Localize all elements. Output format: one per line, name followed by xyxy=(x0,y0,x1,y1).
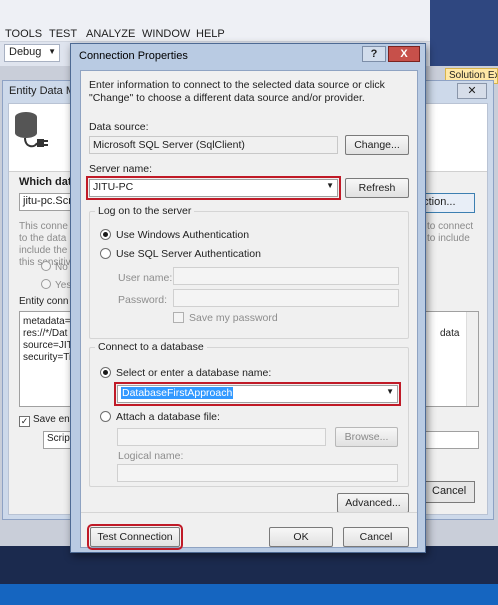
save-password-checkbox[interactable]: Save my password xyxy=(173,312,278,324)
server-name-label: Server name: xyxy=(89,163,153,175)
windows-auth-label: Use Windows Authentication xyxy=(116,229,250,241)
server-name-value: JITU-PC xyxy=(93,181,134,193)
server-name-dropdown[interactable]: JITU-PC ▼ xyxy=(86,176,341,200)
password-label: Password: xyxy=(118,294,168,306)
radio-label: Yes xyxy=(55,280,72,291)
intro-text: Enter information to connect to the sele… xyxy=(89,79,385,104)
attach-database-radio[interactable]: Attach a database file: xyxy=(100,411,220,423)
connection-string-scrollbar[interactable] xyxy=(466,312,478,406)
database-group: Connect to a database Select or enter a … xyxy=(89,341,409,487)
user-name-input[interactable] xyxy=(173,267,399,285)
radio-icon xyxy=(100,411,111,422)
connection-string-line: res://*/Dat xyxy=(23,328,68,339)
select-database-label: Select or enter a database name: xyxy=(116,367,272,379)
help-text-line: to include xyxy=(427,233,470,244)
data-source-field: Microsoft SQL Server (SqlClient) xyxy=(89,136,338,154)
save-entity-checkbox[interactable]: ✓ Save ent xyxy=(19,414,72,427)
connection-string-line: security=Ti xyxy=(23,352,72,363)
radio-icon xyxy=(41,261,51,271)
logon-group: Log on to the server Use Windows Authent… xyxy=(89,205,409,339)
connection-string-line: metadata= xyxy=(23,316,71,327)
save-entity-label: Save ent xyxy=(33,414,73,425)
sensitive-data-yes-radio[interactable]: Yes xyxy=(41,279,71,291)
sql-auth-label: Use SQL Server Authentication xyxy=(116,248,261,260)
connection-properties-dialog: Connection Properties ? X Enter informat… xyxy=(70,43,426,553)
database-name-value: DatabaseFirstApproach xyxy=(121,387,234,399)
checkbox-icon xyxy=(173,312,184,323)
sql-auth-radio[interactable]: Use SQL Server Authentication xyxy=(100,248,261,260)
ok-button[interactable]: OK xyxy=(269,527,333,547)
help-text-line: include the xyxy=(19,245,68,256)
sensitive-data-no-radio[interactable]: No xyxy=(41,261,68,273)
windows-auth-radio[interactable]: Use Windows Authentication xyxy=(100,229,249,241)
menu-window[interactable]: WINDOW xyxy=(142,28,190,40)
menu-analyze[interactable]: ANALYZE xyxy=(86,28,135,40)
close-button[interactable]: X xyxy=(388,46,420,62)
cancel-button[interactable]: Cancel xyxy=(343,527,409,547)
which-connection-label: Which data xyxy=(19,176,78,188)
radio-label: No xyxy=(55,262,68,273)
vs-menu-bar: TOOLS TEST ANALYZE WINDOW HELP xyxy=(0,0,498,42)
plug-icon xyxy=(24,137,48,148)
radio-icon xyxy=(100,248,111,259)
checkmark-icon: ✓ xyxy=(19,416,30,427)
password-input[interactable] xyxy=(173,289,399,307)
solution-config-value: Debug xyxy=(9,46,42,58)
radio-selected-icon xyxy=(100,229,111,240)
radio-selected-icon xyxy=(100,367,111,378)
database-name-dropdown[interactable]: DatabaseFirstApproach ▼ xyxy=(114,382,401,406)
test-connection-button[interactable]: Test Connection xyxy=(87,524,183,550)
refresh-button[interactable]: Refresh xyxy=(345,178,409,198)
radio-icon xyxy=(41,279,51,289)
browse-button[interactable]: Browse... xyxy=(335,427,398,447)
help-text-line: This conne xyxy=(19,221,68,232)
connection-string-line: data xyxy=(440,328,460,339)
user-name-label: User name: xyxy=(118,272,173,284)
attach-database-label: Attach a database file: xyxy=(116,411,220,423)
wizard-close-button[interactable]: ✕ xyxy=(457,83,487,99)
menu-tools[interactable]: TOOLS xyxy=(5,28,42,40)
dialog-title: Connection Properties xyxy=(79,50,188,62)
advanced-button[interactable]: Advanced... xyxy=(337,493,409,513)
help-text-line: to connect xyxy=(427,221,474,232)
chevron-down-icon: ▼ xyxy=(48,47,56,56)
logical-name-label: Logical name: xyxy=(118,450,184,462)
logon-group-title: Log on to the server xyxy=(95,205,195,217)
logical-name-input[interactable] xyxy=(117,464,398,482)
solution-config-dropdown[interactable]: Debug ▼ xyxy=(4,44,60,62)
help-button[interactable]: ? xyxy=(362,46,386,62)
chevron-down-icon: ▼ xyxy=(326,181,334,190)
database-group-title: Connect to a database xyxy=(95,341,207,353)
vs-tool-window-header xyxy=(430,0,498,68)
menu-test[interactable]: TEST xyxy=(49,28,77,40)
database-file-input[interactable] xyxy=(117,428,326,446)
select-database-radio[interactable]: Select or enter a database name: xyxy=(100,367,271,379)
data-source-label: Data source: xyxy=(89,121,149,133)
vs-status-bar xyxy=(0,584,498,605)
entity-connection-label: Entity conn xyxy=(19,296,69,307)
change-button[interactable]: Change... xyxy=(345,135,409,155)
help-text-line: to the data xyxy=(19,233,67,244)
close-icon: ✕ xyxy=(467,85,477,97)
menu-help[interactable]: HELP xyxy=(196,28,225,40)
footer-divider xyxy=(81,512,417,513)
connection-string-line: source=JIT xyxy=(23,340,73,351)
save-password-label: Save my password xyxy=(189,312,278,324)
dialog-content: Enter information to connect to the sele… xyxy=(80,70,418,550)
chevron-down-icon: ▼ xyxy=(386,387,394,396)
